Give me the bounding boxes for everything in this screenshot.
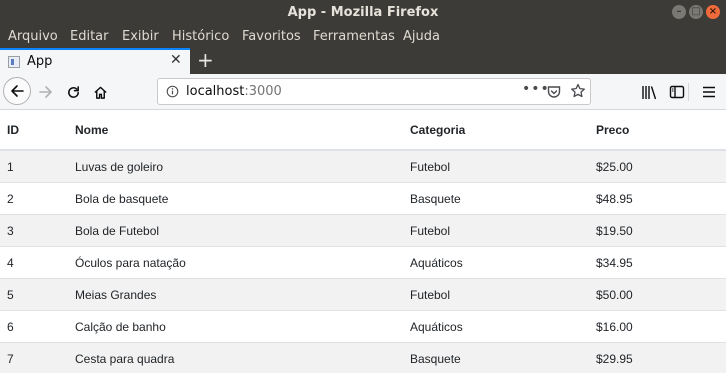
cell-categoria: Futebol xyxy=(410,278,596,311)
back-icon xyxy=(11,85,24,97)
cell-id: 7 xyxy=(0,342,75,373)
cell-id: 1 xyxy=(0,149,75,183)
menu-bar: Arquivo Editar Exibir Histórico Favorito… xyxy=(0,25,726,48)
address-bar[interactable]: localhost:3000 ••• xyxy=(157,78,591,105)
window-controls: – □ × xyxy=(672,5,720,19)
home-button[interactable] xyxy=(89,81,111,103)
cell-id: 4 xyxy=(0,246,75,279)
menu-historico[interactable]: Histórico xyxy=(172,29,229,44)
cell-preco: $19.50 xyxy=(596,214,726,247)
cell-categoria: Futebol xyxy=(410,149,596,183)
menu-icon[interactable] xyxy=(702,85,716,99)
reload-button[interactable] xyxy=(62,81,84,103)
reload-icon xyxy=(67,85,79,98)
table-row[interactable]: 2 Bola de basquete Basquete $48.95 xyxy=(0,182,726,215)
column-header-preco[interactable]: Preco xyxy=(596,110,726,151)
cell-nome: Óculos para natação xyxy=(75,246,410,279)
column-header-nome[interactable]: Nome xyxy=(75,110,410,151)
cell-nome: Luvas de goleiro xyxy=(75,149,410,183)
pocket-icon[interactable] xyxy=(546,84,562,100)
cell-preco: $16.00 xyxy=(596,310,726,343)
table-header-row: ID Nome Categoria Preco xyxy=(0,110,726,151)
menu-arquivo[interactable]: Arquivo xyxy=(8,29,58,44)
new-tab-icon[interactable]: + xyxy=(197,48,214,72)
sidebar-icon[interactable] xyxy=(669,84,685,100)
cell-nome: Bola de basquete xyxy=(75,182,410,215)
title-bar: App - Mozilla Firefox – □ × xyxy=(0,0,726,25)
column-header-categoria[interactable]: Categoria xyxy=(410,110,596,151)
cell-preco: $29.95 xyxy=(596,342,726,373)
window-title: App - Mozilla Firefox xyxy=(287,5,439,20)
navigation-toolbar: localhost:3000 ••• xyxy=(0,74,726,110)
table-row[interactable]: 7 Cesta para quadra Basquete $29.95 xyxy=(0,342,726,373)
maximize-button[interactable]: □ xyxy=(689,5,703,19)
cell-nome: Bola de Futebol xyxy=(75,214,410,247)
cell-categoria: Aquáticos xyxy=(410,310,596,343)
info-icon[interactable] xyxy=(166,85,179,98)
cell-nome: Cesta para quadra xyxy=(75,342,410,373)
table-row[interactable]: 3 Bola de Futebol Futebol $19.50 xyxy=(0,214,726,247)
cell-preco: $25.00 xyxy=(596,149,726,183)
cell-id: 6 xyxy=(0,310,75,343)
cell-preco: $48.95 xyxy=(596,182,726,215)
cell-id: 2 xyxy=(0,182,75,215)
url-port: :3000 xyxy=(244,84,282,99)
menu-editar[interactable]: Editar xyxy=(70,29,109,44)
table-row[interactable]: 5 Meias Grandes Futebol $50.00 xyxy=(0,278,726,311)
back-button[interactable] xyxy=(3,77,31,105)
cell-preco: $50.00 xyxy=(596,278,726,311)
page-favicon-icon xyxy=(8,56,20,68)
url-host: localhost xyxy=(186,84,245,99)
column-header-id[interactable]: ID xyxy=(0,110,75,151)
library-icon[interactable] xyxy=(641,84,658,101)
page-content: ID Nome Categoria Preco 1 Luvas de golei… xyxy=(0,110,726,373)
cell-nome: Meias Grandes xyxy=(75,278,410,311)
menu-ferramentas[interactable]: Ferramentas xyxy=(313,29,395,44)
bookmark-star-icon[interactable] xyxy=(570,83,586,99)
cell-nome: Calção de banho xyxy=(75,310,410,343)
url-text[interactable]: localhost:3000 xyxy=(186,84,282,99)
cell-id: 3 xyxy=(0,214,75,247)
toolbar-divider xyxy=(688,83,689,101)
cell-categoria: Basquete xyxy=(410,182,596,215)
table-row[interactable]: 6 Calção de banho Aquáticos $16.00 xyxy=(0,310,726,343)
table-row[interactable]: 4 Óculos para natação Aquáticos $34.95 xyxy=(0,246,726,279)
cell-categoria: Futebol xyxy=(410,214,596,247)
cell-preco: $34.95 xyxy=(596,246,726,279)
forward-icon xyxy=(39,86,52,98)
tab-close-icon[interactable]: ✕ xyxy=(170,52,182,68)
cell-categoria: Basquete xyxy=(410,342,596,373)
minimize-button[interactable]: – xyxy=(672,5,686,19)
home-icon xyxy=(93,86,107,99)
menu-exibir[interactable]: Exibir xyxy=(122,29,159,44)
products-table: ID Nome Categoria Preco 1 Luvas de golei… xyxy=(0,110,726,373)
cell-id: 5 xyxy=(0,278,75,311)
menu-ajuda[interactable]: Ajuda xyxy=(403,29,440,44)
forward-button[interactable] xyxy=(35,81,57,103)
table-row[interactable]: 1 Luvas de goleiro Futebol $25.00 xyxy=(0,149,726,183)
tab-bar: App ✕ + xyxy=(0,48,726,74)
tab-label: App xyxy=(27,54,53,69)
cell-categoria: Aquáticos xyxy=(410,246,596,279)
close-button[interactable]: × xyxy=(706,5,720,19)
menu-favoritos[interactable]: Favoritos xyxy=(242,29,301,44)
tab-app[interactable]: App ✕ xyxy=(0,48,190,74)
